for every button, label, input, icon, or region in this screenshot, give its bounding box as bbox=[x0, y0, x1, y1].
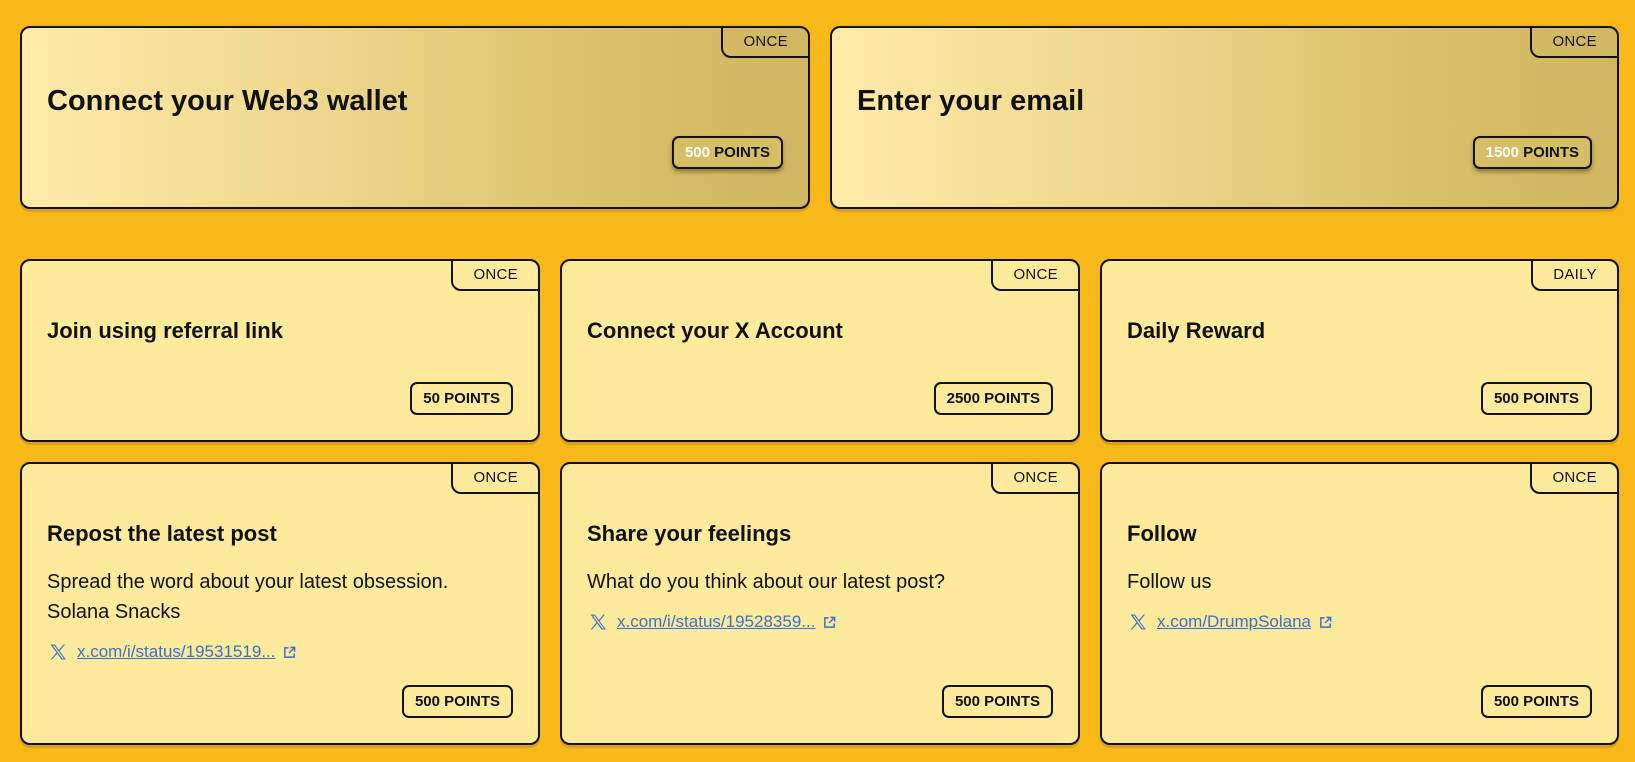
task-card-share-feelings[interactable]: ONCE Share your feelings What do you thi… bbox=[560, 462, 1080, 745]
task-description: What do you think about our latest post? bbox=[587, 571, 945, 593]
task-link-text[interactable]: x.com/i/status/19531519... bbox=[77, 642, 275, 662]
task-title: Connect your X Account bbox=[587, 318, 843, 343]
task-link[interactable]: x.com/i/status/19528359... bbox=[587, 611, 836, 633]
task-title: Enter your email bbox=[857, 85, 1085, 117]
task-link[interactable]: x.com/i/status/19531519... bbox=[47, 641, 296, 663]
points-badge: 500 POINTS bbox=[401, 685, 513, 718]
task-card-enter-email[interactable]: ONCE Enter your email 1500 POINTS bbox=[830, 26, 1619, 209]
frequency-badge: ONCE bbox=[721, 28, 808, 58]
frequency-badge: ONCE bbox=[1530, 464, 1617, 494]
points-label: POINTS bbox=[714, 144, 770, 161]
task-title: Connect your Web3 wallet bbox=[47, 85, 408, 117]
points-value: 1500 bbox=[1485, 144, 1519, 161]
external-link-icon bbox=[283, 646, 296, 659]
points-badge: 2500 POINTS bbox=[933, 382, 1053, 415]
frequency-badge: ONCE bbox=[451, 464, 538, 494]
task-card-connect-x[interactable]: ONCE Connect your X Account 2500 POINTS bbox=[560, 259, 1080, 442]
frequency-badge: ONCE bbox=[991, 261, 1078, 291]
task-card-connect-wallet[interactable]: ONCE Connect your Web3 wallet 500 POINTS bbox=[20, 26, 810, 209]
task-link-text[interactable]: x.com/DrumpSolana bbox=[1157, 612, 1311, 632]
task-title: Repost the latest post bbox=[47, 521, 277, 546]
points-badge: 500 POINTS bbox=[1480, 685, 1592, 718]
frequency-badge: ONCE bbox=[1530, 28, 1617, 58]
frequency-badge: DAILY bbox=[1531, 261, 1617, 291]
task-card-referral[interactable]: ONCE Join using referral link 50 POINTS bbox=[20, 259, 540, 442]
points-value: 500 bbox=[684, 144, 710, 161]
task-title: Daily Reward bbox=[1127, 318, 1266, 343]
frequency-badge: ONCE bbox=[991, 464, 1078, 494]
task-card-follow[interactable]: ONCE Follow Follow us x.com/DrumpSolana … bbox=[1100, 462, 1619, 745]
task-card-repost[interactable]: ONCE Repost the latest post Spread the w… bbox=[20, 462, 540, 745]
x-logo-icon bbox=[587, 611, 609, 633]
x-logo-icon bbox=[47, 641, 69, 663]
task-description: Follow us bbox=[1127, 571, 1212, 593]
task-title: Follow bbox=[1127, 521, 1197, 546]
x-logo-icon bbox=[1127, 611, 1149, 633]
points-label: POINTS bbox=[1523, 144, 1579, 161]
task-link[interactable]: x.com/DrumpSolana bbox=[1127, 611, 1332, 633]
points-badge: 500 POINTS bbox=[941, 685, 1053, 718]
points-badge: 1500 POINTS bbox=[1472, 136, 1592, 169]
external-link-icon bbox=[823, 616, 836, 629]
task-description: Spread the word about your latest obsess… bbox=[47, 571, 449, 623]
external-link-icon bbox=[1319, 616, 1332, 629]
points-badge: 50 POINTS bbox=[410, 382, 513, 415]
task-title: Join using referral link bbox=[47, 318, 283, 343]
task-card-daily-reward[interactable]: DAILY Daily Reward 500 POINTS bbox=[1100, 259, 1619, 442]
points-badge: 500 POINTS bbox=[1480, 382, 1592, 415]
task-title: Share your feelings bbox=[587, 521, 792, 546]
task-link-text[interactable]: x.com/i/status/19528359... bbox=[617, 612, 815, 632]
points-badge: 500 POINTS bbox=[671, 136, 783, 169]
frequency-badge: ONCE bbox=[451, 261, 538, 291]
